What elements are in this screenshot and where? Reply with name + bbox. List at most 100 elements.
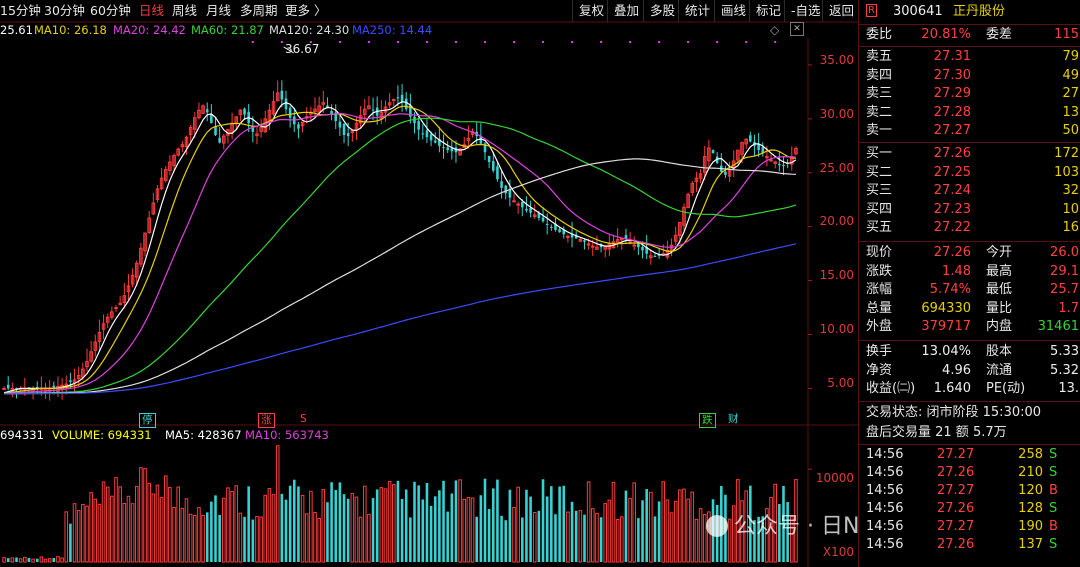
volume-bar [566,511,570,563]
candle-body [487,155,491,162]
signal-dot [338,41,341,43]
volume-bar [317,517,321,563]
stat-label: 外盘 [866,319,893,334]
stock-name[interactable]: 正丹股份 [953,3,1005,21]
ask-price: 27.29 [933,86,971,101]
draw-line-button[interactable]: 画线 [714,0,752,22]
volume-bar [433,496,437,562]
tab-weekly[interactable]: 周线 [172,0,197,22]
volume-bar [64,511,69,563]
tick-row: 14:56 27.27 258 S [859,446,1080,464]
stat-row: 换手 13.04% 股本 5.33 [859,343,1080,361]
volume-bar [354,496,359,563]
ask-row: 卖五 27.31 79 [859,48,1080,66]
volume-bar [400,498,404,562]
candle-body [711,149,715,154]
back-button[interactable]: 返回 [822,0,860,22]
ask-label: 卖二 [866,104,893,120]
stat-row: 总量 694330 量比 1.7 [859,300,1080,318]
volume-ma5: MA5: 428367 [165,428,242,442]
sell-signal-marker[interactable]: S [298,413,309,426]
volume-bar [595,512,599,563]
mark-button[interactable]: 标记 [749,0,787,22]
volume-bar [342,494,346,562]
price-tick: 20.00 [819,214,854,228]
collapse-icon[interactable]: ◇ [770,23,779,37]
volume-bar [321,489,326,563]
candle-body [566,235,570,238]
stat-row: 现价 27.26 今开 26.0 [859,244,1080,262]
stat-label: 现价 [866,245,893,260]
candle-body [641,246,644,251]
tick-side: S [1049,447,1058,462]
limit-down-marker[interactable]: 跌 [699,413,716,428]
ma120-line [4,158,796,395]
volume-bar [259,516,263,563]
volume-bar [255,516,259,563]
price-tick: 35.00 [819,53,854,67]
bid-qty: 10 [1062,201,1079,217]
volume-bar [271,494,276,563]
volume-bar [126,495,131,563]
tab-30min[interactable]: 30分钟 [44,0,85,22]
signal-dot [629,41,632,43]
signal-dot [687,41,690,43]
remove-watchlist-button[interactable]: -自选 [784,0,827,22]
candle-body [769,159,773,162]
bid-row: 买一 27.26 172 [859,145,1080,163]
tab-multi-period[interactable]: 多周期 [240,0,278,22]
tick-side: S [1049,465,1058,480]
ask-row: 卖一 27.27 50 [859,122,1080,140]
stat-value: 29.1 [1050,263,1079,279]
stat-row: 收益(㈡) 1.640 PE(动) 13. [859,380,1080,398]
multi-stock-button[interactable]: 多股 [643,0,681,22]
bid-qty: 32 [1062,183,1079,198]
stat-value: 27.26 [933,245,971,260]
candle-body [632,244,637,247]
kline-chart[interactable] [0,0,858,567]
volume-bar [238,512,243,563]
close-icon[interactable]: ✕ [790,22,804,36]
tick-row: 14:56 27.26 210 S [859,464,1080,482]
tick-price: 27.27 [937,483,975,498]
restore-rights-button[interactable]: 复权 [572,0,610,22]
volume-bar [446,511,449,562]
volume-bar [537,510,541,562]
volume-bar [661,481,666,563]
ma5-line [3,101,797,394]
financial-report-marker[interactable]: 财 [726,413,741,426]
tab-monthly[interactable]: 月线 [206,0,231,22]
candle-body [749,135,752,142]
suspend-marker[interactable]: 停 [139,413,156,428]
candle-body [450,148,454,152]
statistics-button[interactable]: 统计 [678,0,716,22]
candle-body [218,137,221,143]
volume-bar [184,498,189,563]
volume-bar [421,499,425,562]
volume-bar [583,514,586,562]
ma10-line [4,105,796,394]
signal-dot [513,41,516,43]
bid-qty: 172 [1054,146,1079,161]
tab-60min[interactable]: 60分钟 [90,0,131,22]
volume-bar [155,484,160,563]
tick-time: 14:56 [866,465,904,480]
tab-15min[interactable]: 15分钟 [0,0,41,22]
volume-bar [413,481,416,562]
tab-more[interactable]: 更多 〉 [285,0,326,22]
signal-dot [542,41,545,43]
tick-row: 14:56 27.26 137 S [859,536,1080,554]
volume-bar [172,506,176,563]
price-tick: 10.00 [819,322,854,336]
r-badge-icon: R [866,4,877,17]
volume-bar [603,503,608,563]
tick-volume: 137 [1018,537,1043,552]
overlay-button[interactable]: 叠加 [607,0,645,22]
volume-bar [512,506,516,563]
signal-dot [571,41,574,43]
stat-value: 13. [1058,381,1079,396]
tab-daily[interactable]: 日线 [139,0,164,22]
limit-up-marker[interactable]: 涨 [258,413,275,428]
wechat-icon [706,515,728,537]
chart-area[interactable]: 15分钟 30分钟 60分钟 日线 周线 月线 多周期 更多 〉 复权 叠加 多… [0,0,925,567]
